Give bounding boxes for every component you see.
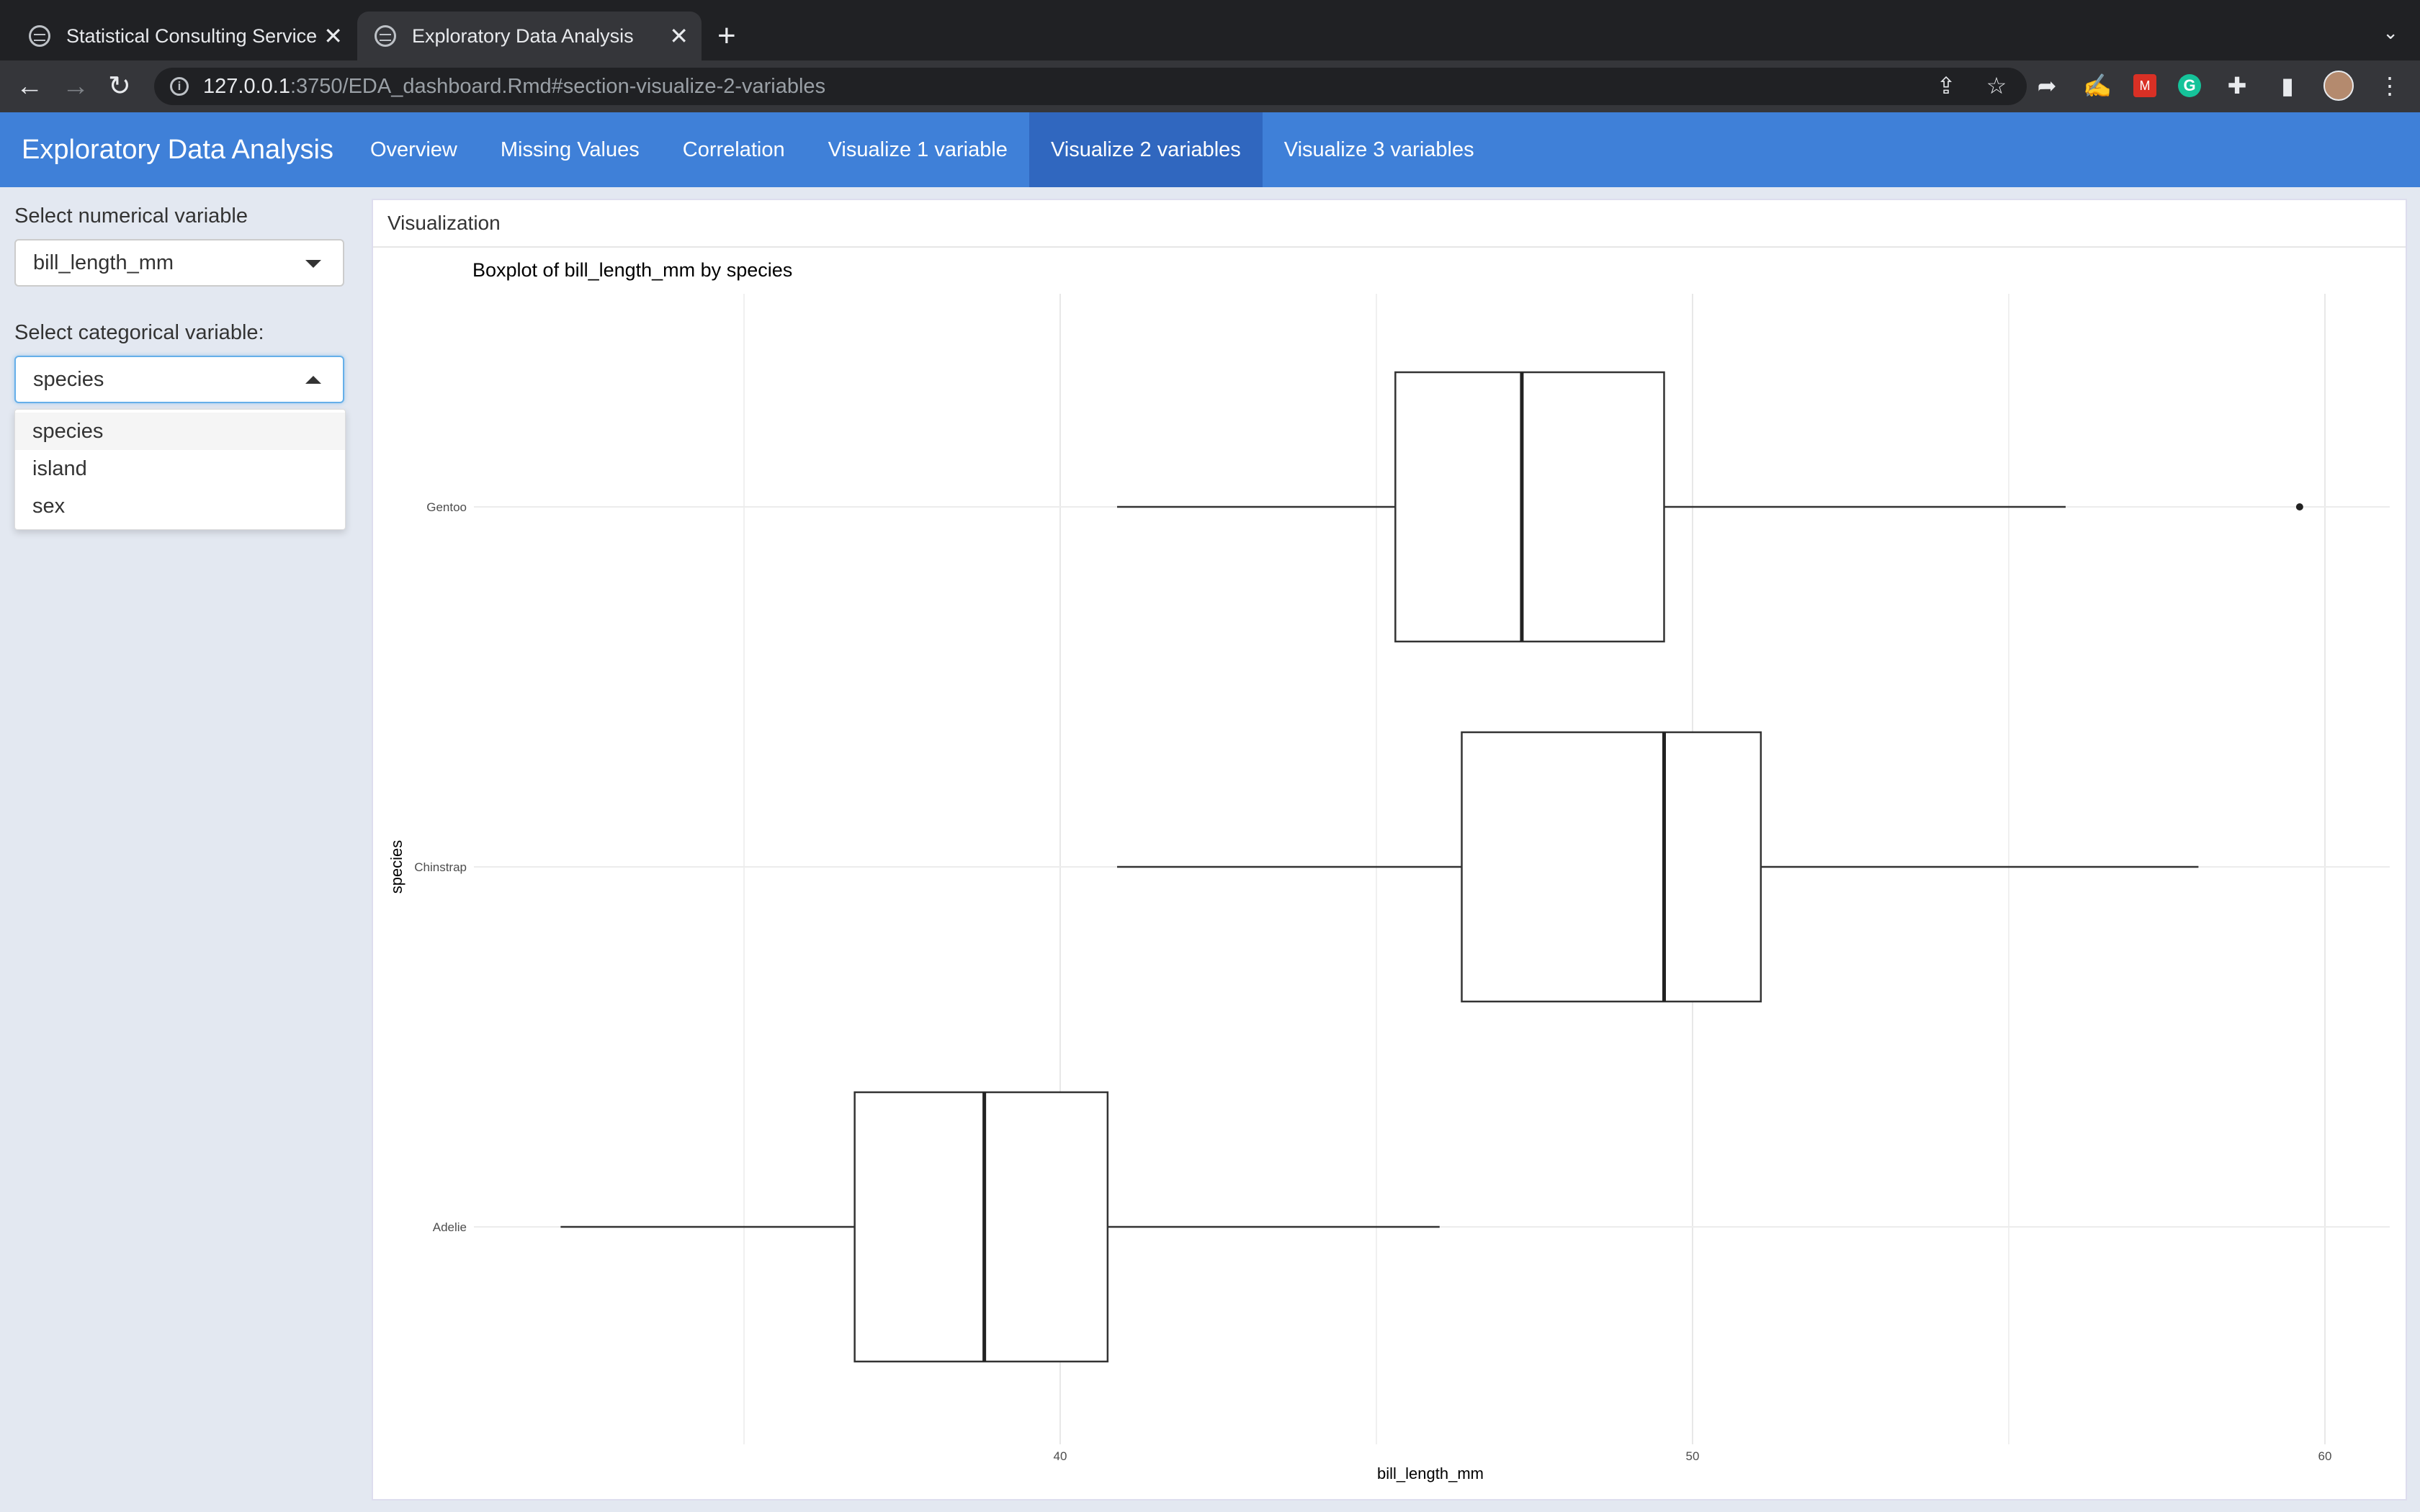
reload-icon[interactable]: ↻ [108,71,131,102]
y-tick-label: Gentoo [426,500,467,514]
x-tick-label: 60 [2318,1449,2332,1463]
y-axis-label: species [387,840,405,894]
address-bar[interactable]: i 127.0.0.1:3750/EDA_dashboard.Rmd#secti… [154,68,2027,105]
tab-title: Statistical Consulting Service [66,24,318,47]
nav-tabs: Overview Missing Values Correlation Visu… [349,112,1496,187]
back-arrow-icon[interactable]: ← [16,71,43,102]
side-panel-icon[interactable]: ▮ [2273,72,2302,99]
browser-tab[interactable]: Statistical Consulting Service ✕ [12,12,356,60]
tab-visualize-1-variable[interactable]: Visualize 1 variable [807,112,1029,187]
dropdown-option-island[interactable]: island [15,450,345,487]
numerical-variable-select[interactable]: bill_length_mm [14,239,344,287]
browser-tab-active[interactable]: Exploratory Data Analysis ✕ [357,12,702,60]
box-iqr [1394,371,1665,643]
globe-icon [29,25,50,47]
x-tick-label: 50 [1686,1449,1700,1463]
tab-overview[interactable]: Overview [349,112,479,187]
visualization-panel: Visualization Boxplot of bill_length_mm … [372,199,2407,1500]
dropdown-option-sex[interactable]: sex [15,487,345,525]
forward-share-icon[interactable]: ➦ [2033,72,2061,99]
extension-red-icon[interactable]: M [2133,74,2156,97]
box-iqr [1461,731,1762,1003]
share-icon[interactable]: ⇪ [1932,72,1960,99]
menu-kebab-icon[interactable]: ⋮ [2375,72,2404,99]
categorical-variable-dropdown: species island sex [14,409,346,530]
numerical-variable-value: bill_length_mm [33,251,174,274]
chart-title: Boxplot of bill_length_mm by species [472,259,792,281]
box-iqr [853,1091,1109,1363]
profile-avatar[interactable] [2323,71,2354,101]
close-tab-icon[interactable]: ✕ [323,22,343,50]
tab-search-chevron-icon[interactable]: ⌄ [2383,22,2398,44]
tab-missing-values[interactable]: Missing Values [479,112,661,187]
tab-title: Exploratory Data Analysis [412,24,634,47]
app-navbar: Exploratory Data Analysis Overview Missi… [0,112,2420,187]
categorical-variable-label: Select categorical variable: [14,321,264,344]
site-info-icon[interactable]: i [170,77,189,96]
dropdown-option-species[interactable]: species [15,413,345,450]
globe-icon [375,25,396,47]
tab-visualize-3-variables[interactable]: Visualize 3 variables [1263,112,1496,187]
x-tick-label: 40 [1054,1449,1067,1463]
y-tick-label: Adelie [433,1220,467,1234]
boxplot-chart: Boxplot of bill_length_mm by species 40 50… [387,259,2390,1482]
chevron-down-icon [305,260,321,268]
tab-correlation[interactable]: Correlation [661,112,807,187]
outlier-point [2295,503,2303,510]
numerical-variable-label: Select numerical variable [14,204,248,228]
sidebar: Select numerical variable bill_length_mm… [0,187,360,1512]
categorical-variable-select[interactable]: species [14,356,344,403]
chevron-up-icon [305,376,321,384]
bookmark-star-icon[interactable]: ☆ [1982,72,2011,99]
new-tab-icon[interactable]: + [717,16,736,56]
forward-arrow-icon[interactable]: → [62,71,89,102]
extensions-puzzle-icon[interactable]: ✚ [2223,72,2251,99]
tab-visualize-2-variables[interactable]: Visualize 2 variables [1028,112,1263,187]
signature-extension-icon[interactable]: ✍ [2083,72,2112,99]
categorical-variable-value: species [33,368,104,391]
browser-toolbar: ← → ↻ i 127.0.0.1:3750/EDA_dashboard.Rmd… [0,60,2420,112]
close-tab-icon[interactable]: ✕ [669,22,689,50]
x-axis-label: bill_length_mm [1377,1464,1484,1482]
browser-tab-strip: Statistical Consulting Service ✕ Explora… [0,0,2420,60]
app-brand[interactable]: Exploratory Data Analysis [22,112,333,187]
url-text: 127.0.0.1:3750/EDA_dashboard.Rmd#section… [203,74,826,98]
y-tick-label: Chinstrap [414,860,467,874]
grammarly-icon[interactable]: G [2178,74,2201,97]
